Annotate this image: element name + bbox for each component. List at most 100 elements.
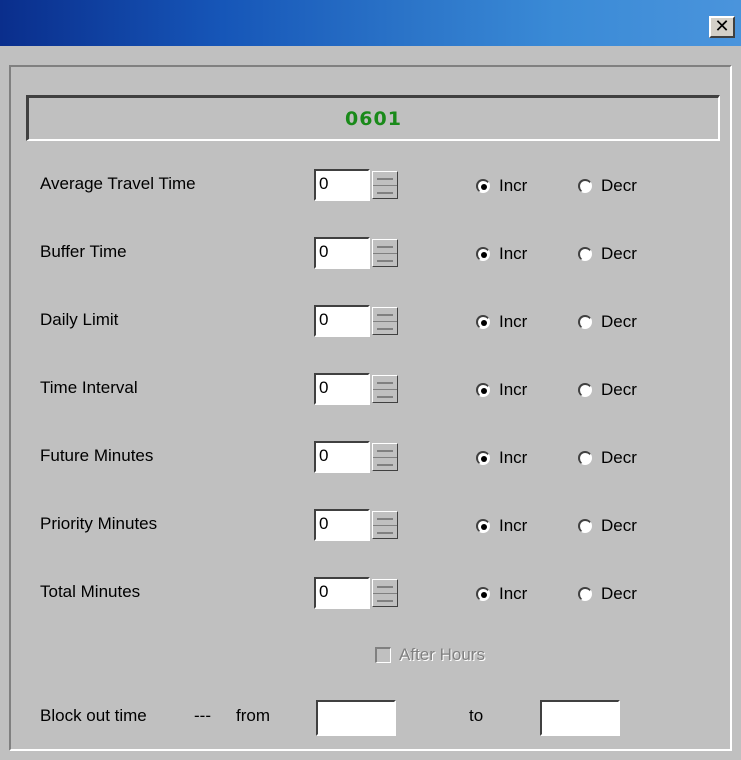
block-out-from-label: from [236, 706, 270, 725]
radio-indicator[interactable] [476, 519, 490, 533]
spin-up-button[interactable] [373, 172, 397, 186]
header-title: 0601 [345, 107, 402, 130]
radio-indicator[interactable] [476, 247, 490, 261]
spin-down-button[interactable] [373, 526, 397, 539]
buffer-time-input[interactable]: 0 [314, 237, 370, 269]
future-minutes-decr-radio[interactable]: Decr [578, 448, 637, 468]
time-interval-decr-radio[interactable]: Decr [578, 380, 637, 400]
spin-down-icon [377, 327, 393, 330]
spin-down-icon [377, 259, 393, 262]
close-button[interactable]: ✕ [709, 16, 735, 38]
spin-down-button[interactable] [373, 594, 397, 607]
spin-up-icon [377, 449, 393, 452]
after-hours-box[interactable] [375, 647, 391, 663]
future-minutes-input[interactable]: 0 [314, 441, 370, 473]
spin-down-button[interactable] [373, 322, 397, 335]
average-travel-time-spinner[interactable]: 0 [314, 169, 400, 201]
close-icon: ✕ [714, 16, 730, 37]
spin-down-icon [377, 463, 393, 466]
time-interval-label: Time Interval [40, 378, 138, 397]
future-minutes-spin-buttons[interactable] [372, 443, 398, 471]
buffer-time-incr-radio[interactable]: Incr [476, 244, 527, 264]
total-minutes-input[interactable]: 0 [314, 577, 370, 609]
priority-minutes-label: Priority Minutes [40, 514, 158, 533]
future-minutes-incr-radio[interactable]: Incr [476, 448, 527, 468]
radio-selected-dot [480, 183, 487, 190]
buffer-time-label: Buffer Time [40, 242, 127, 261]
spin-up-button[interactable] [373, 308, 397, 322]
spin-up-button[interactable] [373, 444, 397, 458]
time-interval-spin-buttons[interactable] [372, 375, 398, 403]
radio-selected-dot [480, 251, 487, 258]
priority-minutes-spin-buttons[interactable] [372, 511, 398, 539]
title-bar: ✕ [0, 0, 741, 46]
radio-selected-dot [480, 591, 487, 598]
radio-indicator[interactable] [578, 519, 592, 533]
radio-indicator[interactable] [476, 451, 490, 465]
radio-indicator[interactable] [578, 179, 592, 193]
spin-down-button[interactable] [373, 254, 397, 267]
spin-up-button[interactable] [373, 376, 397, 390]
daily-limit-decr-radio[interactable]: Decr [578, 312, 637, 332]
after-hours-checkbox[interactable]: After Hours [375, 645, 485, 665]
priority-minutes-decr-radio[interactable]: Decr [578, 516, 637, 536]
time-interval-incr-radio[interactable]: Incr [476, 380, 527, 400]
average-travel-time-decr-radio[interactable]: Decr [578, 176, 637, 196]
radio-selected-dot [480, 387, 487, 394]
incr-label: Incr [499, 312, 528, 331]
future-minutes-label: Future Minutes [40, 446, 154, 465]
buffer-time-decr-radio[interactable]: Decr [578, 244, 637, 264]
buffer-time-spinner[interactable]: 0 [314, 237, 400, 269]
block-out-from-input[interactable] [316, 700, 396, 736]
priority-minutes-input[interactable]: 0 [314, 509, 370, 541]
priority-minutes-spinner[interactable]: 0 [314, 509, 400, 541]
spin-up-button[interactable] [373, 580, 397, 594]
decr-label: Decr [601, 176, 637, 195]
spin-up-icon [377, 585, 393, 588]
incr-label: Incr [499, 448, 528, 467]
daily-limit-spin-buttons[interactable] [372, 307, 398, 335]
priority-minutes-incr-radio[interactable]: Incr [476, 516, 527, 536]
future-minutes-spinner[interactable]: 0 [314, 441, 400, 473]
radio-indicator[interactable] [578, 451, 592, 465]
radio-indicator[interactable] [476, 315, 490, 329]
time-interval-input[interactable]: 0 [314, 373, 370, 405]
incr-label: Incr [499, 176, 528, 195]
buffer-time-spin-buttons[interactable] [372, 239, 398, 267]
radio-indicator[interactable] [578, 247, 592, 261]
radio-indicator[interactable] [578, 587, 592, 601]
block-out-to-input[interactable] [540, 700, 620, 736]
spin-down-button[interactable] [373, 458, 397, 471]
radio-indicator[interactable] [476, 587, 490, 601]
block-out-to-label: to [469, 706, 484, 725]
average-travel-time-incr-radio[interactable]: Incr [476, 176, 527, 196]
spin-down-button[interactable] [373, 186, 397, 199]
incr-label: Incr [499, 244, 528, 263]
total-minutes-spinner[interactable]: 0 [314, 577, 400, 609]
spin-up-button[interactable] [373, 512, 397, 526]
decr-label: Decr [601, 312, 637, 331]
daily-limit-spinner[interactable]: 0 [314, 305, 400, 337]
radio-indicator[interactable] [578, 383, 592, 397]
radio-selected-dot [480, 319, 487, 326]
radio-indicator[interactable] [578, 315, 592, 329]
spin-down-button[interactable] [373, 390, 397, 403]
average-travel-time-input[interactable]: 0 [314, 169, 370, 201]
daily-limit-input[interactable]: 0 [314, 305, 370, 337]
spin-up-icon [377, 245, 393, 248]
radio-selected-dot [480, 523, 487, 530]
daily-limit-incr-radio[interactable]: Incr [476, 312, 527, 332]
block-out-label: Block out time [40, 706, 147, 725]
total-minutes-label: Total Minutes [40, 582, 141, 601]
radio-indicator[interactable] [476, 179, 490, 193]
total-minutes-spin-buttons[interactable] [372, 579, 398, 607]
group-frame [9, 65, 732, 751]
spin-up-button[interactable] [373, 240, 397, 254]
time-interval-spinner[interactable]: 0 [314, 373, 400, 405]
radio-indicator[interactable] [476, 383, 490, 397]
spin-up-icon [377, 313, 393, 316]
spin-down-icon [377, 395, 393, 398]
average-travel-time-spin-buttons[interactable] [372, 171, 398, 199]
total-minutes-decr-radio[interactable]: Decr [578, 584, 637, 604]
total-minutes-incr-radio[interactable]: Incr [476, 584, 527, 604]
